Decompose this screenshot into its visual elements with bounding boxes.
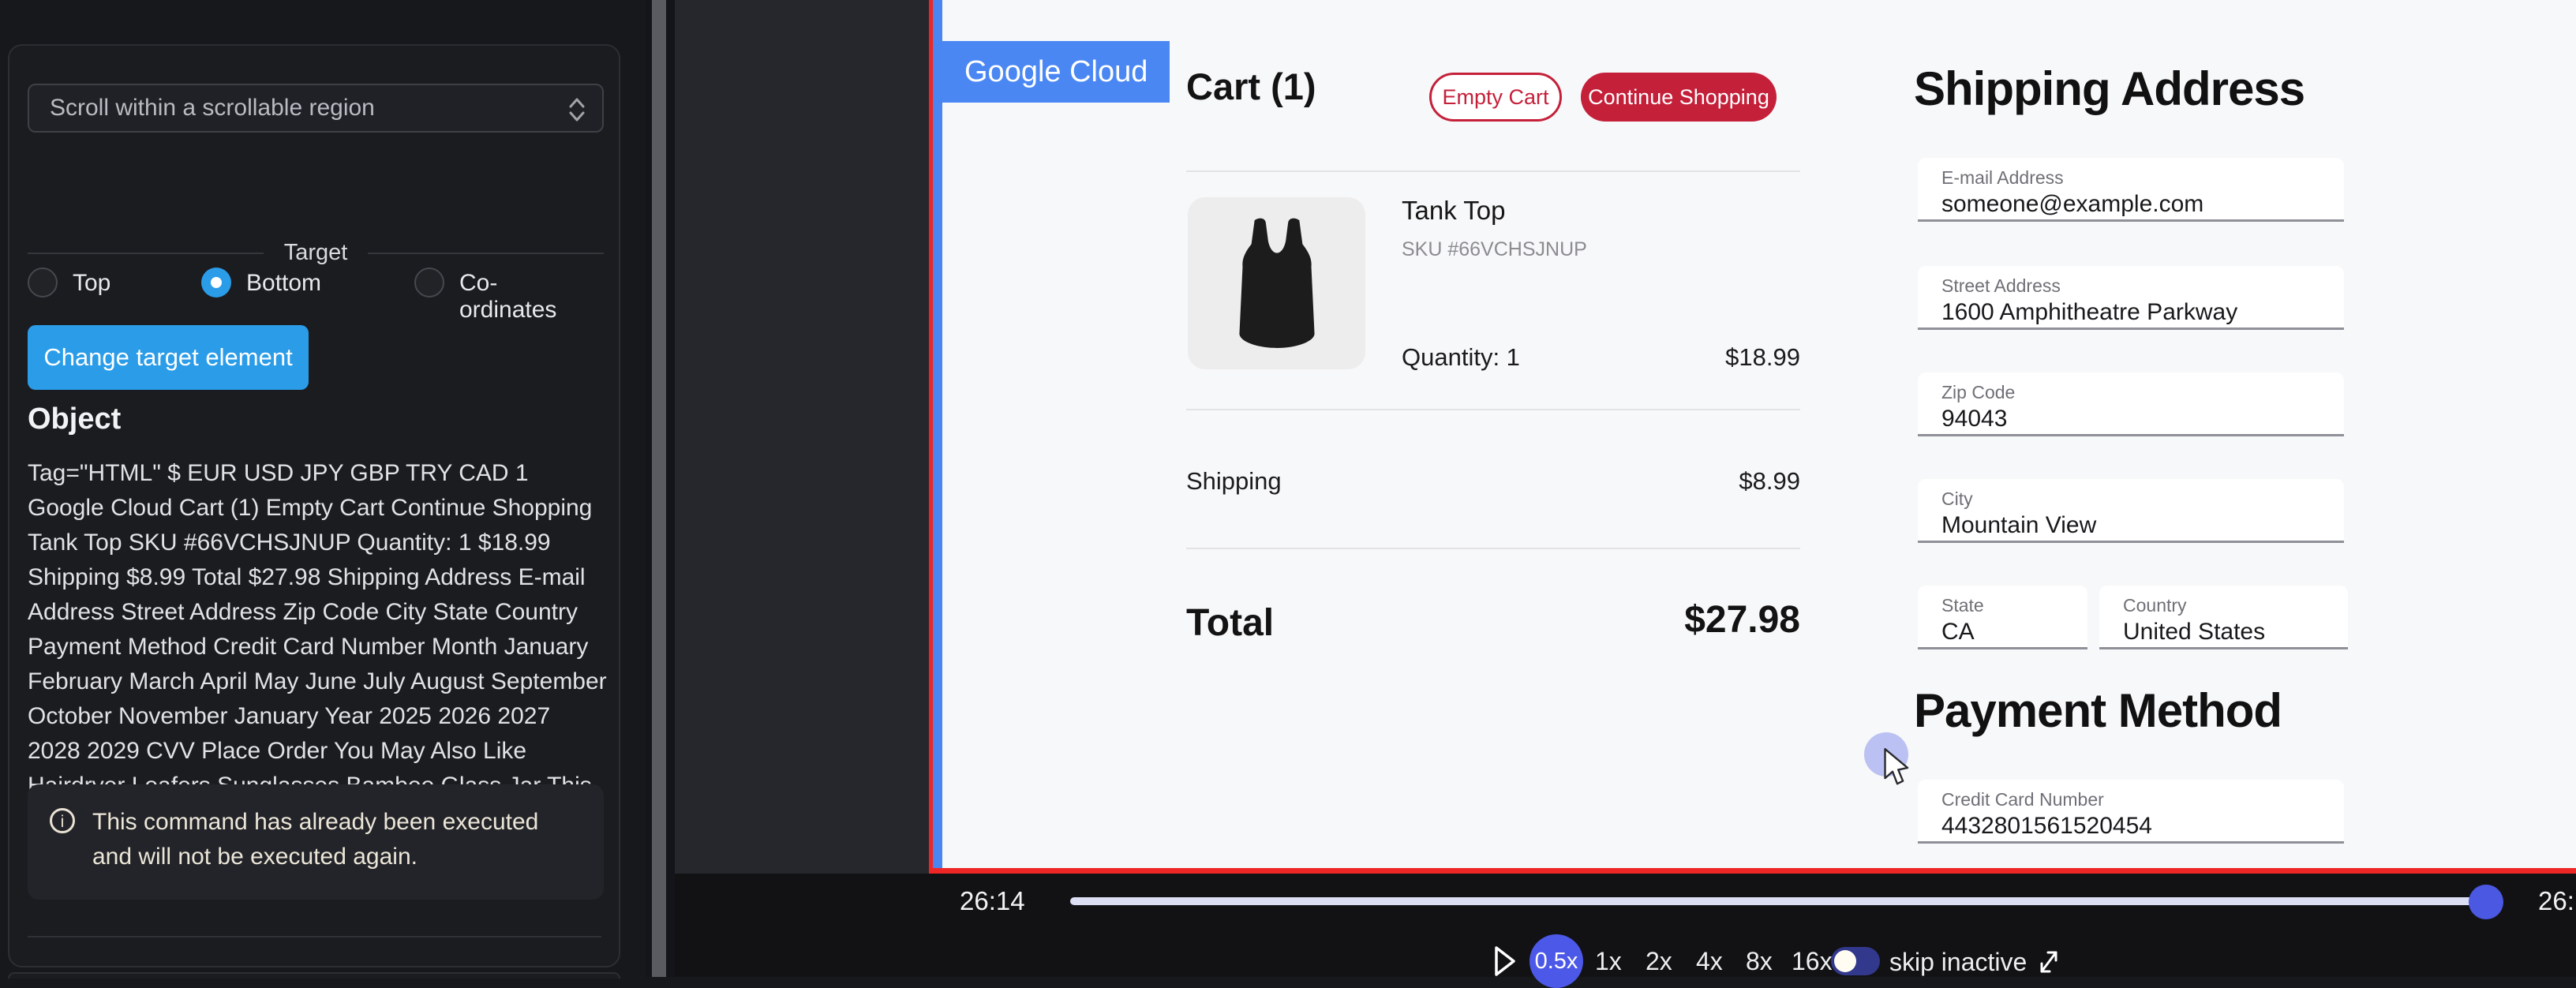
state-field[interactable]: State CA bbox=[1918, 586, 2087, 649]
replay-frame-red-border-bottom bbox=[929, 868, 2576, 874]
product-name: Tank Top bbox=[1402, 196, 1505, 226]
target-section-label: Target bbox=[284, 240, 348, 266]
speed-0-5x-button[interactable]: 0.5x bbox=[1530, 934, 1583, 988]
product-image bbox=[1188, 197, 1365, 369]
country-field[interactable]: Country United States bbox=[2099, 586, 2348, 649]
play-icon[interactable] bbox=[1493, 945, 1518, 978]
continue-shopping-button[interactable]: Continue Shopping bbox=[1581, 73, 1777, 122]
speed-1x-button[interactable]: 1x bbox=[1595, 947, 1622, 976]
current-time: 26:14 bbox=[960, 886, 1025, 916]
next-panel-edge bbox=[8, 972, 620, 979]
divider bbox=[1186, 548, 1800, 549]
payment-method-heading: Payment Method bbox=[1914, 683, 2282, 738]
product-price: $18.99 bbox=[1725, 343, 1800, 372]
command-panel: Scroll within a scrollable region Top Bo… bbox=[8, 44, 620, 967]
radio-bottom[interactable] bbox=[201, 268, 231, 298]
sidebar: Scroll within a scrollable region Top Bo… bbox=[0, 0, 646, 977]
notice-text: This command has already been executed a… bbox=[92, 805, 582, 879]
speed-2x-button[interactable]: 2x bbox=[1646, 947, 1672, 976]
expand-fullscreen-icon[interactable] bbox=[2033, 944, 2065, 979]
radio-top[interactable] bbox=[28, 268, 58, 298]
target-section-header: Target bbox=[28, 240, 604, 266]
state-value: CA bbox=[1941, 619, 1975, 646]
skip-inactive-label[interactable]: skip inactive bbox=[1889, 948, 2027, 977]
product-quantity: Quantity: 1 bbox=[1402, 343, 1520, 372]
shipping-label: Shipping bbox=[1186, 467, 1282, 496]
zip-value: 94043 bbox=[1941, 406, 2007, 432]
country-label: Country bbox=[2123, 595, 2187, 616]
street-label: Street Address bbox=[1941, 275, 2061, 297]
object-description-text: Tag="HTML" $ EUR USD JPY GBP TRY CAD 1 G… bbox=[28, 456, 607, 838]
state-label: State bbox=[1941, 595, 1984, 616]
speed-16x-button[interactable]: 16x bbox=[1792, 947, 1833, 976]
sidebar-scrollbar[interactable] bbox=[652, 0, 666, 977]
divider bbox=[1186, 170, 1800, 172]
divider bbox=[368, 253, 604, 254]
speed-4x-button[interactable]: 4x bbox=[1696, 947, 1723, 976]
object-heading: Object bbox=[28, 402, 121, 436]
radio-coordinates[interactable] bbox=[414, 268, 444, 298]
command-type-select[interactable]: Scroll within a scrollable region bbox=[28, 84, 604, 133]
credit-card-field[interactable]: Credit Card Number 4432801561520454 bbox=[1918, 780, 2344, 844]
replayed-webpage-viewport: Google Cloud Cart (1) Empty Cart Continu… bbox=[942, 0, 2576, 868]
street-field[interactable]: Street Address 1600 Amphitheatre Parkway bbox=[1918, 266, 2344, 330]
city-field[interactable]: City Mountain View bbox=[1918, 479, 2344, 543]
mouse-cursor-icon bbox=[1881, 748, 1913, 788]
speed-8x-button[interactable]: 8x bbox=[1746, 947, 1773, 976]
divider bbox=[28, 253, 264, 254]
command-type-value: Scroll within a scrollable region bbox=[50, 95, 375, 121]
change-target-element-button[interactable]: Change target element bbox=[28, 325, 309, 390]
total-amount: $27.98 bbox=[1684, 598, 1800, 642]
total-label: Total bbox=[1186, 601, 1274, 645]
credit-card-label: Credit Card Number bbox=[1941, 789, 2104, 810]
city-label: City bbox=[1941, 488, 1973, 510]
info-icon: i bbox=[50, 808, 75, 833]
radio-coordinates-label[interactable]: Co-ordinates bbox=[459, 270, 556, 324]
zip-field[interactable]: Zip Code 94043 bbox=[1918, 372, 2344, 436]
street-value: 1600 Amphitheatre Parkway bbox=[1941, 299, 2237, 326]
skip-inactive-toggle[interactable] bbox=[1831, 947, 1880, 975]
tank-top-image bbox=[1229, 215, 1325, 351]
country-value: United States bbox=[2123, 619, 2265, 646]
email-label: E-mail Address bbox=[1941, 167, 2064, 189]
divider bbox=[1186, 409, 1800, 410]
seek-bar[interactable] bbox=[1070, 897, 2486, 905]
radio-top-label[interactable]: Top bbox=[73, 270, 110, 297]
cart-title: Cart (1) bbox=[1186, 65, 1316, 108]
city-value: Mountain View bbox=[1941, 512, 2096, 539]
zip-label: Zip Code bbox=[1941, 382, 2015, 403]
replay-frame-blue-highlight bbox=[933, 0, 942, 868]
email-field[interactable]: E-mail Address someone@example.com bbox=[1918, 158, 2344, 222]
email-value: someone@example.com bbox=[1941, 191, 2203, 218]
shipping-address-heading: Shipping Address bbox=[1914, 62, 2305, 116]
product-sku: SKU #66VCHSJNUP bbox=[1402, 238, 1587, 261]
credit-card-value: 4432801561520454 bbox=[1941, 813, 2152, 840]
radio-bottom-label[interactable]: Bottom bbox=[246, 270, 321, 297]
divider bbox=[28, 936, 601, 937]
toggle-knob bbox=[1834, 950, 1856, 972]
shipping-amount: $8.99 bbox=[1739, 467, 1800, 496]
already-executed-notice: i This command has already been executed… bbox=[28, 784, 604, 900]
end-time: 26:15 bbox=[2538, 886, 2576, 916]
empty-cart-button[interactable]: Empty Cart bbox=[1429, 73, 1562, 122]
seek-thumb[interactable] bbox=[2469, 885, 2503, 919]
google-cloud-badge: Google Cloud bbox=[942, 41, 1170, 103]
chevron-updown-icon bbox=[567, 95, 586, 124]
